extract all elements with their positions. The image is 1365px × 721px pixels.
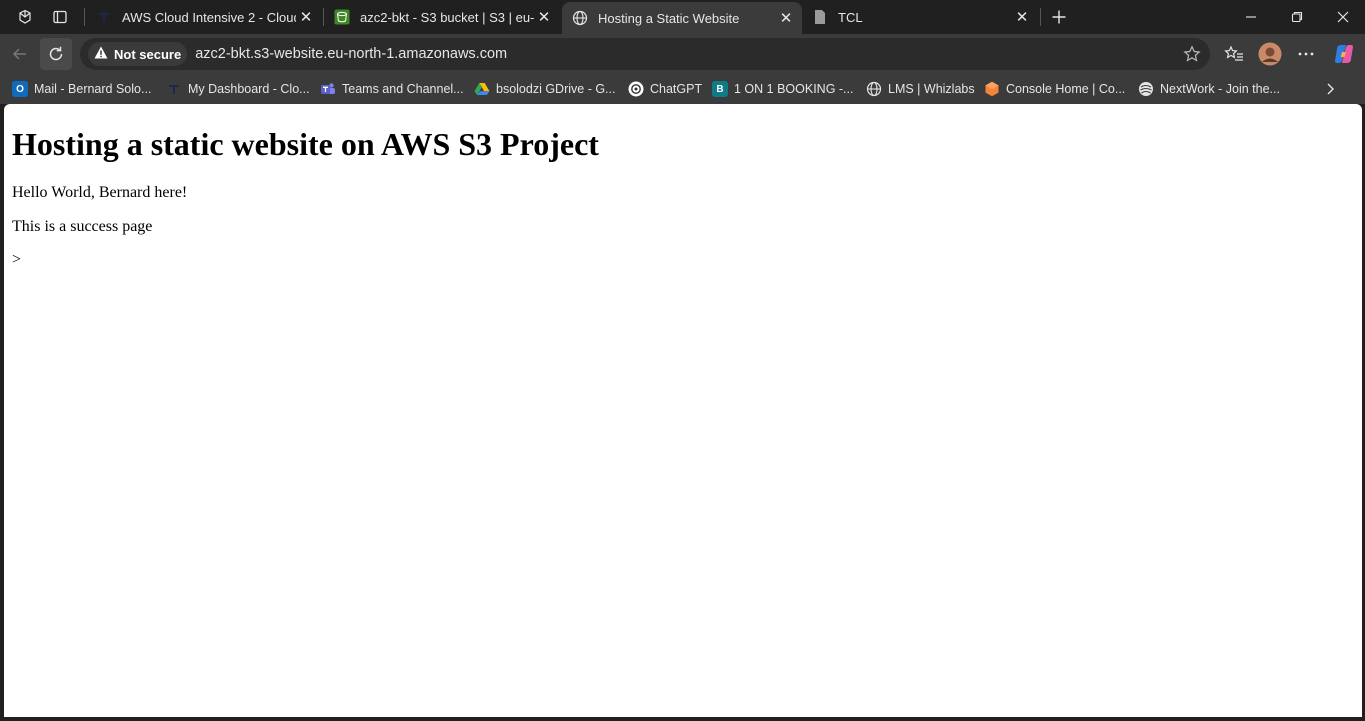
aws-console-icon bbox=[984, 81, 1000, 97]
bookmark-label: NextWork - Join the... bbox=[1160, 82, 1280, 96]
tab-title: Hosting a Static Website bbox=[598, 10, 740, 26]
bookmark-booking[interactable]: B 1 ON 1 BOOKING -... bbox=[712, 78, 853, 100]
page-viewport: Hosting a static website on AWS S3 Proje… bbox=[4, 104, 1362, 717]
page-heading: Hosting a static website on AWS S3 Proje… bbox=[12, 126, 599, 162]
close-window-icon[interactable] bbox=[1320, 0, 1365, 34]
greeting-text: Hello World, Bernard here! bbox=[12, 184, 188, 201]
dashboard-icon bbox=[166, 81, 182, 97]
more-options-icon[interactable] bbox=[1290, 38, 1322, 70]
bookmarks-bar: O Mail - Bernard Solo... My Dashboard - … bbox=[0, 74, 1365, 104]
bookmark-label: My Dashboard - Clo... bbox=[188, 82, 310, 96]
new-tab-icon[interactable] bbox=[1046, 5, 1072, 29]
bookmark-label: LMS | Whizlabs bbox=[888, 82, 975, 96]
vertical-tabs-icon[interactable] bbox=[47, 5, 73, 29]
gdrive-icon bbox=[474, 81, 490, 97]
workspaces-icon[interactable] bbox=[12, 5, 38, 29]
favorites-icon[interactable] bbox=[1218, 38, 1250, 70]
bookmark-mail[interactable]: O Mail - Bernard Solo... bbox=[12, 78, 151, 100]
tab-title: TCL bbox=[838, 9, 863, 25]
stray-character-text: > bbox=[12, 251, 22, 268]
close-tab-icon[interactable]: ✕ bbox=[1012, 7, 1032, 27]
outlook-icon: O bbox=[12, 81, 28, 97]
bookmark-my-dashboard[interactable]: My Dashboard - Clo... bbox=[166, 78, 310, 100]
copilot-icon[interactable] bbox=[1328, 38, 1360, 70]
chatgpt-icon bbox=[628, 81, 644, 97]
close-tab-icon[interactable]: ✕ bbox=[534, 7, 554, 27]
bookmark-label: bsolodzi GDrive - G... bbox=[496, 82, 616, 96]
teams-icon bbox=[320, 81, 336, 97]
navigation-toolbar: Not secure azc2-bkt.s3-website.eu-north-… bbox=[0, 34, 1365, 74]
tab-s3-bucket[interactable]: azc2-bkt - S3 bucket | S3 | eu-nort ✕ bbox=[324, 2, 560, 32]
restore-icon[interactable] bbox=[1274, 0, 1320, 34]
tab-title: AWS Cloud Intensive 2 - Cloud So bbox=[122, 9, 296, 25]
warning-icon bbox=[94, 46, 108, 62]
bookmark-label: 1 ON 1 BOOKING -... bbox=[734, 82, 854, 96]
bookmark-whizlabs[interactable]: LMS | Whizlabs bbox=[866, 78, 975, 100]
bookmark-nextwork[interactable]: NextWork - Join the... bbox=[1138, 78, 1280, 100]
document-icon bbox=[812, 9, 828, 25]
bookmark-label: Console Home | Co... bbox=[1006, 82, 1126, 96]
close-tab-icon[interactable]: ✕ bbox=[296, 7, 316, 27]
bookmark-console-home[interactable]: Console Home | Co... bbox=[984, 78, 1125, 100]
url-text[interactable]: azc2-bkt.s3-website.eu-north-1.amazonaws… bbox=[195, 46, 507, 62]
bookmark-gdrive[interactable]: bsolodzi GDrive - G... bbox=[474, 78, 615, 100]
bookmark-chatgpt[interactable]: ChatGPT bbox=[628, 78, 702, 100]
address-bar[interactable]: Not secure azc2-bkt.s3-website.eu-north-… bbox=[80, 38, 1210, 70]
globe-icon bbox=[572, 10, 588, 26]
minimize-icon[interactable] bbox=[1228, 0, 1274, 34]
favorite-star-icon[interactable] bbox=[1182, 44, 1202, 64]
success-text: This is a success page bbox=[12, 218, 153, 235]
tab-tcl[interactable]: TCL ✕ bbox=[802, 2, 1038, 32]
security-indicator[interactable]: Not secure bbox=[88, 42, 188, 66]
profile-avatar[interactable] bbox=[1254, 38, 1286, 70]
back-arrow-icon[interactable] bbox=[4, 38, 36, 70]
bookings-icon: B bbox=[712, 81, 728, 97]
security-label: Not secure bbox=[114, 46, 182, 62]
globe-icon bbox=[866, 81, 882, 97]
cloud-school-icon bbox=[96, 9, 112, 25]
more-bookmarks-chevron-icon[interactable] bbox=[1322, 78, 1338, 100]
tab-title: azc2-bkt - S3 bucket | S3 | eu-nort bbox=[360, 9, 534, 25]
bookmark-label: Mail - Bernard Solo... bbox=[34, 82, 152, 96]
nextwork-icon bbox=[1138, 81, 1154, 97]
tab-strip: AWS Cloud Intensive 2 - Cloud So ✕ azc2-… bbox=[0, 0, 1365, 34]
bookmark-label: Teams and Channel... bbox=[342, 82, 464, 96]
tab-aws-cloud-intensive[interactable]: AWS Cloud Intensive 2 - Cloud So ✕ bbox=[86, 2, 322, 32]
s3-icon bbox=[334, 9, 350, 25]
close-tab-icon[interactable]: ✕ bbox=[776, 8, 796, 28]
bookmark-label: ChatGPT bbox=[650, 82, 703, 96]
refresh-icon[interactable] bbox=[40, 38, 72, 70]
bookmark-teams[interactable]: Teams and Channel... bbox=[320, 78, 464, 100]
tab-hosting-static-website[interactable]: Hosting a Static Website ✕ bbox=[562, 2, 802, 34]
